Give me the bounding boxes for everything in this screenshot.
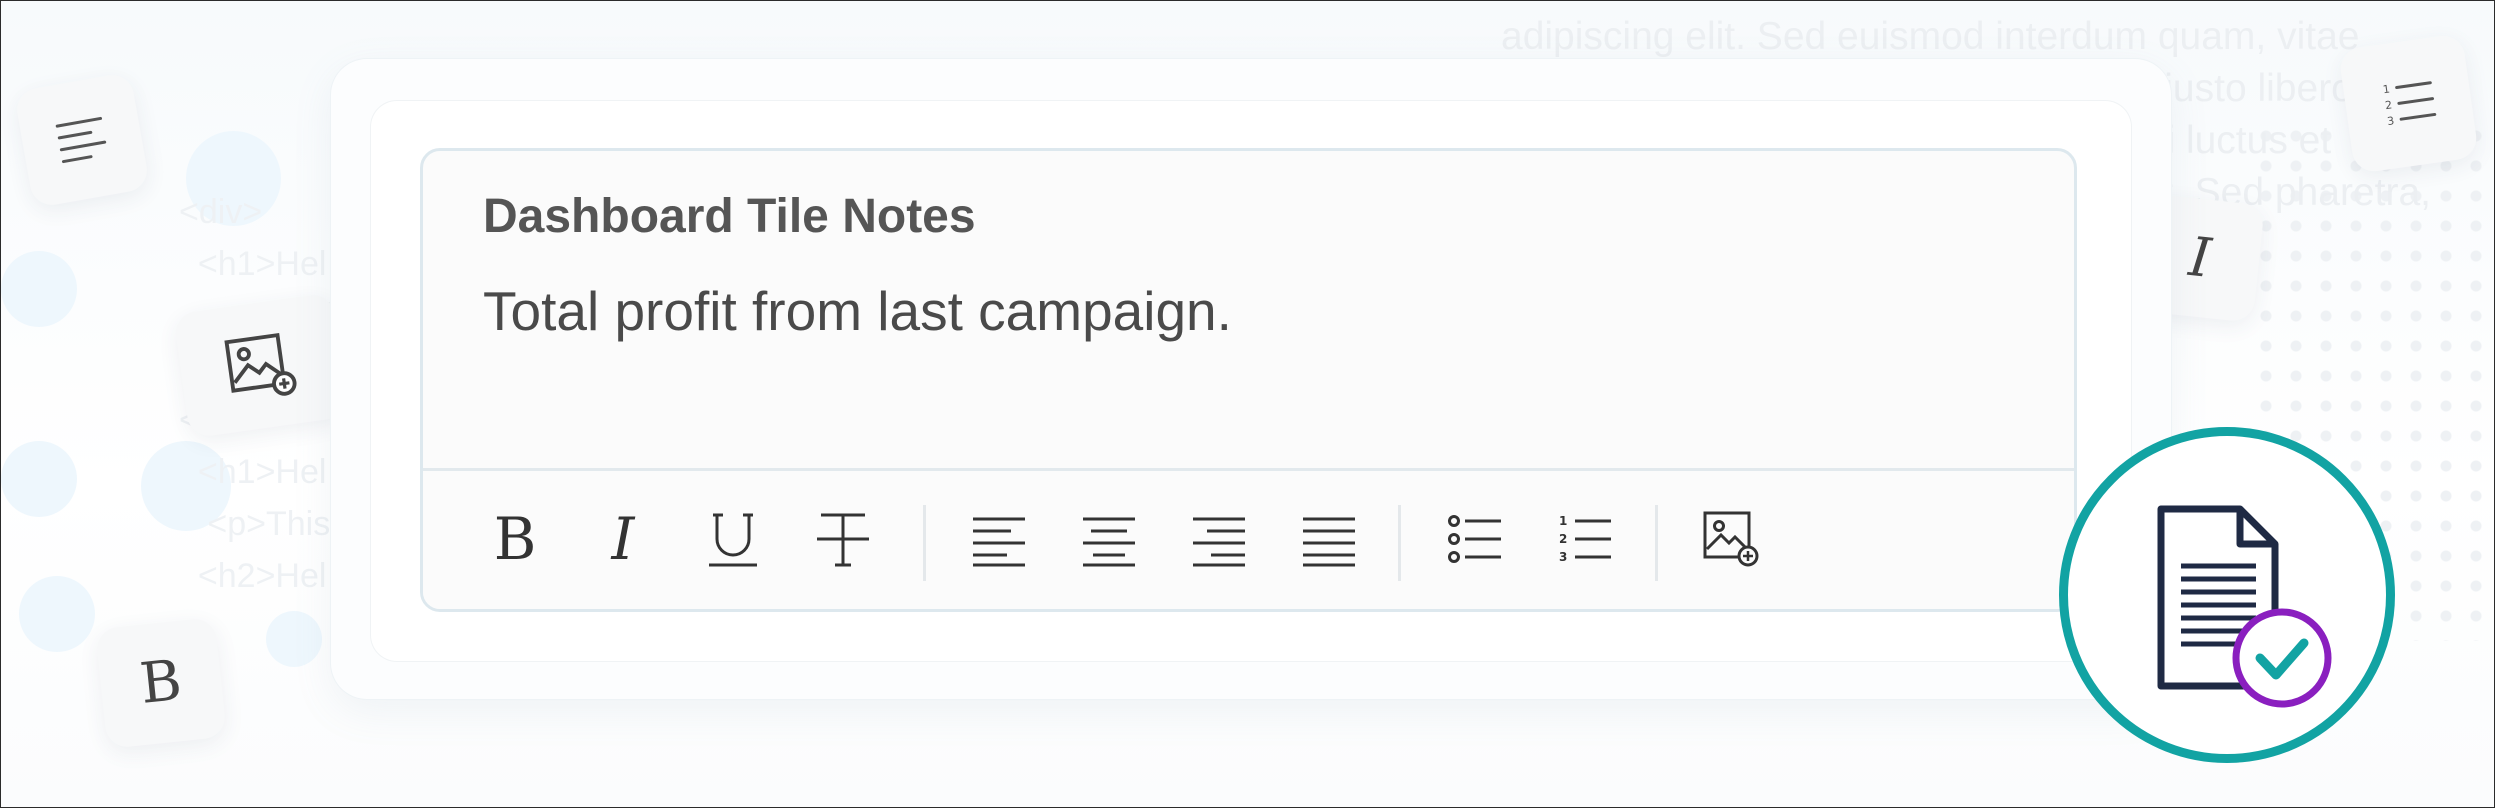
italic-icon: I bbox=[611, 505, 635, 573]
align-center-button[interactable] bbox=[1079, 509, 1139, 569]
document-check-badge bbox=[2059, 427, 2395, 763]
bullet-list-icon bbox=[1448, 515, 1501, 563]
align-center-icon bbox=[1083, 517, 1135, 567]
document-check-icon bbox=[2157, 505, 2332, 708]
bold-icon: B bbox=[493, 505, 537, 573]
bg-dot bbox=[19, 576, 95, 652]
floating-tile-bold: B bbox=[95, 617, 227, 749]
underline-icon bbox=[709, 513, 757, 567]
svg-text:2: 2 bbox=[2384, 98, 2393, 112]
rich-text-editor[interactable]: Dashboard Tile Notes Total profit from l… bbox=[420, 148, 2077, 612]
align-right-button[interactable] bbox=[1189, 509, 1249, 569]
bullet-list-button[interactable] bbox=[1445, 509, 1505, 569]
italic-icon: I bbox=[2186, 225, 2214, 290]
floating-tile-numbered-list: 1 2 3 bbox=[2337, 32, 2480, 175]
insert-image-button[interactable] bbox=[1701, 509, 1761, 569]
floating-tile-image bbox=[173, 292, 349, 439]
toolbar-divider bbox=[923, 505, 926, 581]
svg-text:1: 1 bbox=[2381, 82, 2390, 96]
bold-icon: B bbox=[137, 648, 185, 717]
svg-text:1: 1 bbox=[1559, 514, 1567, 528]
banner-frame: <div> <h1>Hel <p>Thi < <h1>Hel <p>This <… bbox=[0, 0, 2495, 808]
formatting-toolbar: B I 1 2 3 bbox=[423, 468, 2074, 609]
numbered-list-icon: 1 2 3 bbox=[2381, 80, 2436, 128]
note-title[interactable]: Dashboard Tile Notes bbox=[483, 189, 976, 244]
toolbar-divider bbox=[1655, 505, 1658, 581]
svg-text:2: 2 bbox=[1559, 532, 1567, 546]
bg-dot bbox=[1, 251, 77, 327]
italic-button[interactable]: I bbox=[593, 509, 653, 569]
bg-dot bbox=[266, 611, 322, 667]
numbered-list-button[interactable]: 1 2 3 bbox=[1555, 509, 1615, 569]
align-justify-button[interactable] bbox=[1299, 509, 1359, 569]
align-right-icon bbox=[1193, 517, 1245, 567]
insert-image-icon bbox=[1703, 511, 1759, 567]
svg-text:3: 3 bbox=[2386, 114, 2395, 128]
floating-tile-align bbox=[13, 71, 151, 209]
align-left-button[interactable] bbox=[969, 509, 1029, 569]
bold-button[interactable]: B bbox=[485, 509, 545, 569]
toolbar-divider bbox=[1398, 505, 1401, 581]
align-left-icon bbox=[55, 116, 107, 164]
strikethrough-icon bbox=[817, 513, 869, 567]
note-body[interactable]: Total profit from last campaign. bbox=[483, 279, 1232, 343]
align-justify-icon bbox=[1303, 517, 1355, 567]
insert-image-icon bbox=[224, 332, 297, 396]
underline-button[interactable] bbox=[703, 509, 763, 569]
bg-dot bbox=[1, 441, 77, 517]
strikethrough-button[interactable] bbox=[813, 509, 873, 569]
numbered-list-icon: 1 2 3 bbox=[1559, 514, 1611, 564]
svg-text:3: 3 bbox=[1559, 550, 1567, 564]
align-left-icon bbox=[973, 517, 1025, 567]
